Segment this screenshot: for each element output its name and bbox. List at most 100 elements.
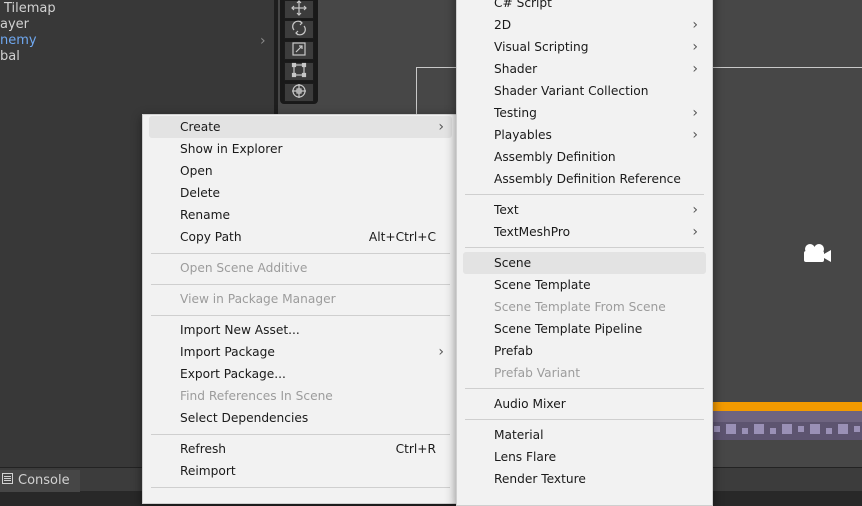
rect-tool-icon	[291, 62, 307, 81]
rect-tool-button[interactable]	[284, 62, 314, 81]
menu-item-lens-flare[interactable]: Lens Flare	[463, 446, 706, 468]
rotate-tool-icon	[291, 20, 307, 39]
menu-separator	[465, 247, 704, 248]
menu-item-label: Open	[180, 164, 213, 178]
create-submenu: C# Script 2D › Visual Scripting › Shader…	[456, 0, 713, 506]
hierarchy-item[interactable]: bal	[0, 49, 20, 65]
menu-item-refresh[interactable]: Refresh Ctrl+R	[149, 438, 452, 460]
hierarchy-item-selected[interactable]: nemy	[0, 33, 37, 49]
menu-item-label: Visual Scripting	[494, 40, 589, 54]
menu-item-shader[interactable]: Shader ›	[463, 58, 706, 80]
menu-item-label: View in Package Manager	[180, 292, 336, 306]
chevron-right-icon[interactable]: ›	[260, 33, 266, 49]
menu-item-label: Export Package...	[180, 367, 286, 381]
chevron-right-icon: ›	[438, 344, 444, 360]
menu-item-label: Lens Flare	[494, 450, 557, 464]
menu-item-audio-mixer[interactable]: Audio Mixer	[463, 393, 706, 415]
menu-item-label: Testing	[494, 106, 537, 120]
menu-item-label: Prefab Variant	[494, 366, 580, 380]
menu-item-label: Assembly Definition Reference	[494, 172, 681, 186]
hierarchy-item[interactable]: ayer	[0, 17, 29, 33]
menu-item-label: Import Package	[180, 345, 275, 359]
menu-separator	[151, 284, 450, 285]
menu-item-import-new-asset[interactable]: Import New Asset...	[149, 319, 452, 341]
menu-item-material[interactable]: Material	[463, 424, 706, 446]
menu-separator	[151, 315, 450, 316]
scale-tool-button[interactable]	[284, 41, 314, 60]
menu-item-show-in-explorer[interactable]: Show in Explorer	[149, 138, 452, 160]
menu-item-label: Audio Mixer	[494, 397, 566, 411]
menu-item-rename[interactable]: Rename	[149, 204, 452, 226]
camera-icon[interactable]	[800, 242, 832, 269]
hierarchy-item[interactable]: Tilemap	[4, 1, 56, 17]
hierarchy-item-label: nemy	[0, 33, 37, 48]
menu-item-2d[interactable]: 2D ›	[463, 14, 706, 36]
menu-separator	[465, 194, 704, 195]
menu-item-label: Find References In Scene	[180, 389, 333, 403]
menu-item-reimport[interactable]: Reimport	[149, 460, 452, 482]
menu-separator	[465, 388, 704, 389]
menu-item-find-references-in-scene: Find References In Scene	[149, 385, 452, 407]
menu-item-prefab[interactable]: Prefab	[463, 340, 706, 362]
menu-item-assembly-definition[interactable]: Assembly Definition	[463, 146, 706, 168]
menu-item-label: Scene Template Pipeline	[494, 322, 643, 336]
context-menu: Create › Show in Explorer Open Delete Re…	[142, 114, 459, 504]
menu-item-label: Prefab	[494, 344, 533, 358]
hierarchy-item-label: ayer	[0, 17, 30, 32]
menu-item-label: Render Texture	[494, 472, 586, 486]
chevron-right-icon: ›	[692, 39, 698, 55]
console-icon	[2, 470, 13, 492]
transform-tool-button[interactable]	[284, 83, 314, 102]
move-tool-icon	[291, 0, 307, 19]
menu-separator	[151, 253, 450, 254]
menu-item-label: Copy Path	[180, 230, 242, 244]
tilemap-purple-strip	[712, 411, 862, 422]
menu-item-csharp-script[interactable]: C# Script	[463, 0, 706, 14]
chevron-right-icon: ›	[692, 202, 698, 218]
menu-item-label: Scene Template From Scene	[494, 300, 666, 314]
chevron-right-icon: ›	[692, 17, 698, 33]
console-tab[interactable]: Console	[0, 470, 80, 492]
menu-item-playables[interactable]: Playables ›	[463, 124, 706, 146]
menu-item-label: 2D	[494, 18, 512, 32]
menu-item-label: C# Script	[494, 0, 552, 10]
menu-item-label: Show in Explorer	[180, 142, 283, 156]
menu-item-scene-template-pipeline[interactable]: Scene Template Pipeline	[463, 318, 706, 340]
menu-item-label: Scene Template	[494, 278, 591, 292]
menu-item-delete[interactable]: Delete	[149, 182, 452, 204]
hierarchy-item-label: Tilemap	[4, 1, 56, 16]
console-tab-label: Console	[18, 473, 70, 488]
menu-item-render-texture[interactable]: Render Texture	[463, 468, 706, 490]
menu-item-view-in-package-manager: View in Package Manager	[149, 288, 452, 310]
menu-item-copy-path[interactable]: Copy Path Alt+Ctrl+C	[149, 226, 452, 248]
scene-tools-strip	[280, 0, 318, 104]
menu-item-select-dependencies[interactable]: Select Dependencies	[149, 407, 452, 429]
menu-item-scene-template-from-scene: Scene Template From Scene	[463, 296, 706, 318]
menu-item-import-package[interactable]: Import Package ›	[149, 341, 452, 363]
scale-tool-icon	[291, 41, 307, 60]
rotate-tool-button[interactable]	[284, 20, 314, 39]
menu-item-scene-template[interactable]: Scene Template	[463, 274, 706, 296]
menu-item-shader-variant-collection[interactable]: Shader Variant Collection	[463, 80, 706, 102]
move-tool-button[interactable]	[284, 0, 314, 19]
menu-item-label: Reimport	[180, 464, 236, 478]
chevron-right-icon: ›	[692, 61, 698, 77]
menu-item-scene[interactable]: Scene	[463, 252, 706, 274]
menu-separator	[151, 434, 450, 435]
hierarchy-item-label: bal	[0, 49, 20, 64]
menu-item-label: Material	[494, 428, 544, 442]
menu-item-export-package[interactable]: Export Package...	[149, 363, 452, 385]
menu-item-shortcut: Alt+Ctrl+C	[368, 230, 436, 244]
menu-item-label: Shader	[494, 62, 538, 76]
menu-separator	[151, 487, 450, 488]
menu-item-textmeshpro[interactable]: TextMeshPro ›	[463, 221, 706, 243]
menu-item-open[interactable]: Open	[149, 160, 452, 182]
menu-item-testing[interactable]: Testing ›	[463, 102, 706, 124]
menu-item-assembly-definition-reference[interactable]: Assembly Definition Reference	[463, 168, 706, 190]
menu-item-create[interactable]: Create ›	[149, 116, 452, 138]
menu-item-prefab-variant: Prefab Variant	[463, 362, 706, 384]
menu-item-text[interactable]: Text ›	[463, 199, 706, 221]
menu-item-visual-scripting[interactable]: Visual Scripting ›	[463, 36, 706, 58]
menu-item-label: Rename	[180, 208, 230, 222]
chevron-right-icon: ›	[692, 127, 698, 143]
